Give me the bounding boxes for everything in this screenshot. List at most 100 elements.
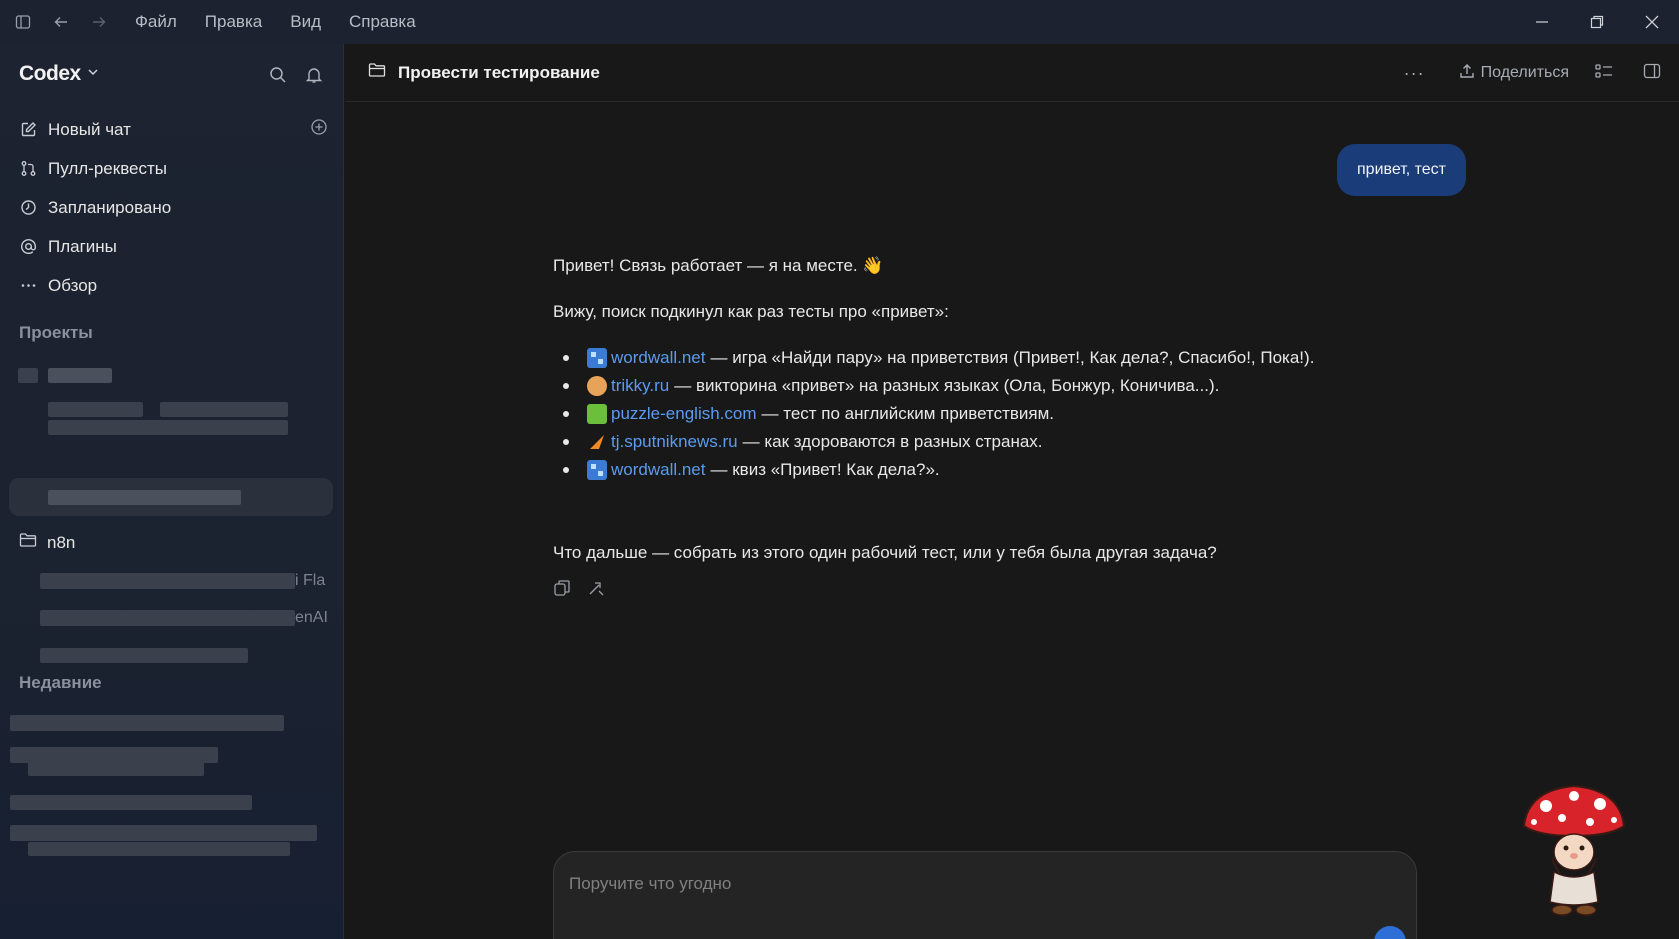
mushroom-gnome-mascot: [1522, 784, 1626, 916]
redacted-block: [48, 490, 241, 505]
redacted-block: [10, 747, 218, 763]
brand-name: Codex: [19, 62, 81, 85]
redacted-block: [48, 368, 112, 383]
chevron-down-icon: [87, 65, 99, 83]
sidebar-item-label: Пулл-реквесты: [48, 158, 167, 178]
share-button[interactable]: Поделиться: [1459, 63, 1569, 84]
brand-switcher[interactable]: Codex: [19, 62, 99, 86]
result-link[interactable]: tj.sputniknews.ru: [611, 432, 738, 452]
chat-title: Провести тестирование: [398, 62, 600, 82]
search-icon[interactable]: [269, 66, 287, 89]
sidebar-item-scheduled[interactable]: Запланировано: [18, 188, 328, 227]
panel-toggle-icon[interactable]: [1643, 63, 1661, 84]
edit-icon: [18, 121, 38, 138]
git-pull-request-icon: [18, 160, 38, 177]
sidebar-item-plugins[interactable]: Плагины: [18, 227, 328, 266]
forward-arrow-icon[interactable]: [89, 12, 109, 32]
sputnik-icon: [587, 432, 607, 452]
sidebar-item-label: Запланировано: [48, 197, 172, 217]
result-link[interactable]: wordwall.net: [611, 460, 706, 480]
result-desc: — квиз «Привет! Как дела?».: [710, 460, 940, 479]
list-item: tj.sputniknews.ru — как здороваются в ра…: [553, 432, 1043, 452]
sidebar-item-new-chat[interactable]: Новый чат: [18, 110, 328, 149]
checklist-icon[interactable]: [1595, 63, 1613, 84]
truncated-text: enAI: [295, 609, 328, 626]
redacted-block: [40, 610, 295, 626]
redacted-block: [28, 762, 204, 776]
message-actions: [553, 579, 605, 602]
redacted-block: [160, 402, 288, 417]
restore-icon[interactable]: [1569, 0, 1624, 44]
projects-section-title: Проекты: [19, 323, 93, 342]
user-message-bubble: привет, тест: [1337, 144, 1467, 196]
redacted-block: [10, 795, 252, 810]
sidebar-item-label: Плагины: [48, 236, 117, 256]
puzzle-icon: [587, 404, 607, 424]
redacted-block: [48, 420, 288, 435]
project-folder-n8n[interactable]: n8n: [19, 532, 75, 553]
redacted-block: [40, 573, 295, 589]
back-arrow-icon[interactable]: [51, 12, 71, 32]
close-icon[interactable]: [1624, 0, 1679, 44]
list-item: trikky.ru — викторина «привет» на разных…: [553, 376, 1219, 396]
composer[interactable]: Поручите что угодно: [553, 851, 1417, 939]
redacted-block: [10, 715, 284, 731]
assistant-closing: Что дальше — собрать из этого один рабоч…: [553, 543, 1217, 562]
result-link[interactable]: puzzle-english.com: [611, 404, 757, 424]
branch-icon[interactable]: [587, 579, 605, 602]
redacted-block: [18, 368, 38, 383]
sidebar-item-overview[interactable]: Обзор: [18, 266, 328, 305]
redacted-block: [28, 842, 290, 856]
result-desc: — викторина «привет» на разных языках (О…: [674, 376, 1220, 395]
more-options-icon[interactable]: ···: [1404, 63, 1425, 84]
menu-edit[interactable]: Правка: [205, 12, 262, 32]
redacted-block: [10, 825, 317, 841]
menu-help[interactable]: Справка: [349, 12, 416, 32]
sidebar: Codex Новый чат Пулл-реквесты Запланиров…: [0, 44, 344, 939]
result-desc: — как здороваются в разных странах.: [742, 432, 1043, 451]
bullet: [563, 439, 569, 445]
assistant-lead: Вижу, поиск подкинул как раз тесты про «…: [553, 302, 949, 321]
result-desc: — тест по английским приветствиям.: [761, 404, 1055, 423]
sidebar-item-label: Новый чат: [48, 119, 131, 139]
bullet: [563, 467, 569, 473]
upload-icon: [1459, 63, 1475, 84]
wordwall-icon: [587, 460, 607, 480]
bullet: [563, 355, 569, 361]
window-controls: [1514, 0, 1679, 44]
minimize-icon[interactable]: [1514, 0, 1569, 44]
bullet: [563, 383, 569, 389]
menu-view[interactable]: Вид: [290, 12, 321, 32]
composer-placeholder: Поручите что угодно: [569, 874, 732, 893]
send-button[interactable]: [1374, 926, 1406, 939]
copy-icon[interactable]: [553, 579, 571, 602]
title-bar: Файл Правка Вид Справка: [0, 0, 1679, 44]
at-icon: [18, 238, 38, 255]
sidebar-toggle-icon[interactable]: [13, 12, 33, 32]
sidebar-nav: Новый чат Пулл-реквесты Запланировано Пл…: [18, 110, 328, 305]
trikky-icon: [587, 376, 607, 396]
add-circle-icon[interactable]: [310, 118, 328, 141]
more-dots-icon: [18, 277, 38, 294]
sidebar-item-label: Обзор: [48, 275, 98, 295]
share-label: Поделиться: [1480, 64, 1569, 81]
main-panel: Провести тестирование ··· Поделиться при…: [345, 44, 1679, 939]
bullet: [563, 411, 569, 417]
list-item: puzzle-english.com — тест по английским …: [553, 404, 1054, 424]
menu-file[interactable]: Файл: [135, 12, 177, 32]
truncated-text: i Fla: [295, 572, 326, 589]
wordwall-icon: [587, 348, 607, 368]
folder-icon: [368, 62, 386, 83]
sidebar-item-pull-requests[interactable]: Пулл-реквесты: [18, 149, 328, 188]
list-item: wordwall.net — квиз «Привет! Как дела?».: [553, 460, 940, 480]
assistant-intro: Привет! Связь работает — я на месте. 👋: [553, 256, 884, 275]
folder-label: n8n: [47, 532, 76, 552]
list-item: wordwall.net — игра «Найди пару» на прив…: [553, 348, 1314, 368]
result-link[interactable]: trikky.ru: [611, 376, 669, 396]
menu-bar: Файл Правка Вид Справка: [135, 12, 416, 32]
chat-header: Провести тестирование ··· Поделиться: [345, 44, 1679, 102]
recent-section-title: Недавние: [19, 673, 102, 692]
result-link[interactable]: wordwall.net: [611, 348, 706, 368]
bell-icon[interactable]: [305, 66, 323, 89]
result-desc: — игра «Найди пару» на приветствия (Прив…: [710, 348, 1315, 367]
